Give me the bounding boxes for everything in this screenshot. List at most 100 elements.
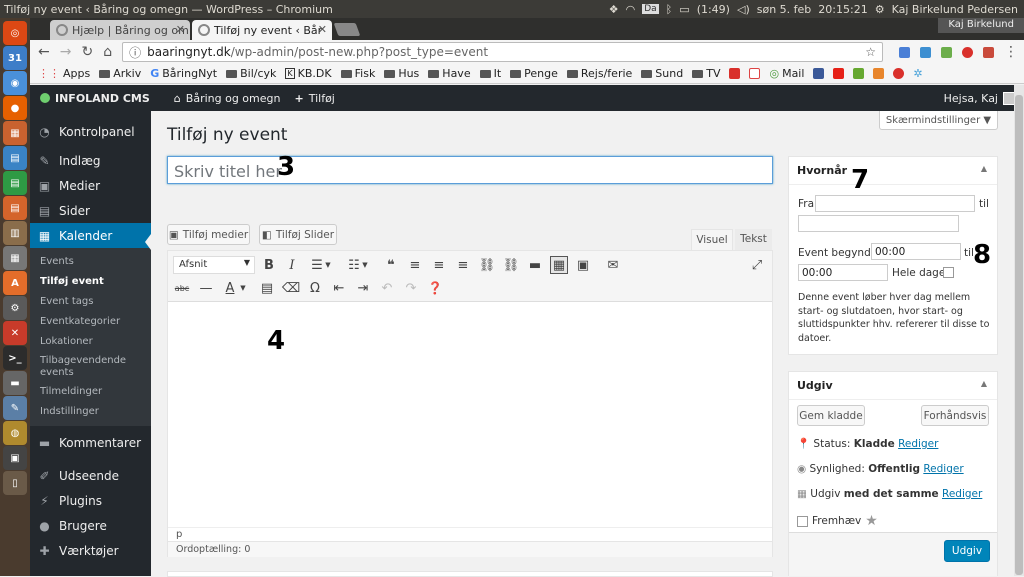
chevron-down-icon[interactable]: ▼ bbox=[238, 279, 248, 297]
calc-spreadsheet-icon[interactable]: ▤ bbox=[3, 171, 27, 195]
app-icon[interactable]: ◍ bbox=[3, 421, 27, 445]
all-day-checkbox[interactable] bbox=[943, 267, 954, 278]
when-box-title[interactable]: Hvornår ▲ bbox=[789, 157, 997, 185]
date[interactable]: søn 5. feb bbox=[757, 3, 812, 16]
end-date-input[interactable] bbox=[798, 215, 959, 232]
submenu-item[interactable]: Events bbox=[30, 252, 151, 272]
edit-schedule-link[interactable]: Rediger bbox=[942, 488, 982, 500]
bookmark-site-icon[interactable]: ✲ bbox=[913, 67, 922, 80]
software-center-icon[interactable]: A bbox=[3, 271, 27, 295]
calculator-icon[interactable]: ▦ bbox=[3, 121, 27, 145]
bookmark-folder[interactable]: Have bbox=[428, 67, 471, 80]
chevron-down-icon[interactable]: ▼ bbox=[360, 256, 370, 274]
paste-text-icon[interactable]: ▤ bbox=[258, 279, 276, 297]
battery-icon[interactable]: ▭ bbox=[679, 3, 689, 16]
menu-item-indlaeg[interactable]: ✎ Indlæg bbox=[30, 148, 151, 173]
terminal-icon[interactable]: >_ bbox=[3, 346, 27, 370]
bookmark-apps[interactable]: ⋮⋮ Apps bbox=[38, 67, 90, 80]
bookmark-site-icon[interactable] bbox=[893, 68, 905, 79]
indent-icon[interactable]: ⇥ bbox=[354, 279, 372, 297]
facebook-icon[interactable] bbox=[813, 68, 825, 79]
scrollbar-thumb[interactable] bbox=[1015, 95, 1023, 575]
dropbox-icon[interactable]: ❖ bbox=[609, 3, 619, 16]
close-tab-icon[interactable]: ✕ bbox=[318, 23, 327, 36]
collapse-arrow-icon[interactable]: ▲ bbox=[981, 164, 987, 173]
outdent-icon[interactable]: ⇤ bbox=[330, 279, 348, 297]
bookmark-folder[interactable]: Sund bbox=[641, 67, 683, 80]
adminbar-new[interactable]: + Tilføj bbox=[287, 92, 341, 105]
menu-item-kalender[interactable]: ▦ Kalender bbox=[30, 223, 151, 248]
horizontal-line-icon[interactable]: — bbox=[197, 279, 215, 297]
bookmark-site-icon[interactable] bbox=[873, 68, 885, 79]
tools-icon[interactable]: ✕ bbox=[3, 321, 27, 345]
gmail-icon[interactable] bbox=[749, 68, 761, 79]
bookmark-site-icon[interactable] bbox=[853, 68, 865, 79]
start-time-input[interactable]: 00:00 bbox=[871, 243, 961, 260]
system-monitor-icon[interactable]: ▣ bbox=[3, 446, 27, 470]
info-icon[interactable]: ⓘ bbox=[129, 44, 141, 61]
text-color-icon[interactable]: A bbox=[221, 279, 239, 297]
menu-item-vaerktoejer[interactable]: ✚ Værktøjer bbox=[30, 538, 151, 563]
submenu-item[interactable]: Tilmeldinger bbox=[30, 382, 151, 402]
address-bar[interactable]: ⓘ baaringnyt.dk/wp-admin/post-new.php?po… bbox=[122, 42, 883, 62]
editor-body[interactable] bbox=[168, 302, 772, 526]
italic-icon[interactable]: I bbox=[283, 256, 301, 274]
menu-item-sider[interactable]: ▤ Sider bbox=[30, 198, 151, 223]
extension-icon[interactable] bbox=[920, 46, 931, 58]
menu-item-kontrolpanel[interactable]: ◔ Kontrolpanel bbox=[30, 119, 151, 144]
volume-icon[interactable]: ◁) bbox=[737, 3, 750, 16]
add-media-button[interactable]: ▣ Tilføj medier bbox=[167, 224, 250, 245]
adminbar-home[interactable]: ⌂ Båring og omegn bbox=[167, 92, 288, 105]
tab-visual[interactable]: Visuel bbox=[691, 229, 733, 250]
bluetooth-icon[interactable]: ᛒ bbox=[666, 3, 673, 16]
close-tab-icon[interactable]: ✕ bbox=[176, 23, 185, 36]
collapse-arrow-icon[interactable]: ▲ bbox=[981, 379, 987, 388]
clock[interactable]: 20:15:21 bbox=[818, 3, 867, 16]
start-date-input[interactable] bbox=[815, 195, 975, 212]
submenu-item[interactable]: Eventkategorier bbox=[30, 312, 151, 332]
extension-icon[interactable] bbox=[941, 46, 952, 58]
submenu-item[interactable]: Lokationer bbox=[30, 332, 151, 352]
page-scrollbar[interactable] bbox=[1014, 85, 1024, 576]
align-center-icon[interactable]: ≡ bbox=[430, 256, 448, 274]
site-logo[interactable]: INFOLAND CMS bbox=[30, 92, 157, 105]
home-icon[interactable]: ⌂ bbox=[103, 44, 112, 60]
submenu-item[interactable]: Indstillinger bbox=[30, 402, 151, 422]
undo-icon[interactable]: ↶ bbox=[378, 279, 396, 297]
impress-icon[interactable]: ▤ bbox=[3, 196, 27, 220]
reload-icon[interactable]: ↻ bbox=[81, 44, 93, 60]
align-left-icon[interactable]: ≡ bbox=[406, 256, 424, 274]
ubuntu-dash-icon[interactable]: ◎ bbox=[3, 21, 27, 45]
publish-box-title[interactable]: Udgiv ▲ bbox=[789, 372, 997, 400]
bookmark-site-icon[interactable] bbox=[729, 68, 741, 79]
browser-tab[interactable]: Hjælp | Båring og om ✕ bbox=[50, 20, 190, 40]
trash-icon[interactable]: ▯ bbox=[3, 471, 27, 495]
bookmark-folder[interactable]: Bil/cyk bbox=[226, 67, 276, 80]
toolbar-toggle-icon[interactable]: ▦ bbox=[550, 256, 568, 274]
menu-item-kommentarer[interactable]: ▬ Kommentarer bbox=[30, 430, 151, 455]
featured-checkbox[interactable] bbox=[797, 515, 808, 527]
spreadsheet-icon[interactable]: ▦ bbox=[3, 246, 27, 270]
bookmark-folder[interactable]: Penge bbox=[510, 67, 558, 80]
bookmark-link[interactable]: K KB.DK bbox=[285, 67, 332, 80]
back-arrow-icon[interactable]: ← bbox=[38, 44, 50, 60]
block-extension-icon[interactable] bbox=[962, 46, 973, 58]
add-slider-button[interactable]: ◧ Tilføj Slider bbox=[259, 224, 337, 245]
align-right-icon[interactable]: ≡ bbox=[454, 256, 472, 274]
editor-icon[interactable]: ✎ bbox=[3, 396, 27, 420]
eraser-icon[interactable]: ⌫ bbox=[282, 279, 300, 297]
firefox-icon[interactable]: ● bbox=[3, 96, 27, 120]
submenu-item[interactable]: Tilbagevendende events bbox=[30, 352, 130, 382]
submenu-item-current[interactable]: Tilføj event bbox=[30, 272, 151, 292]
tab-text[interactable]: Tekst bbox=[735, 229, 772, 250]
redo-icon[interactable]: ↷ bbox=[402, 279, 420, 297]
edit-visibility-link[interactable]: Rediger bbox=[923, 463, 963, 475]
submenu-item[interactable]: Event tags bbox=[30, 292, 151, 312]
format-select[interactable]: Afsnit ▼ bbox=[173, 256, 255, 274]
bookmark-folder[interactable]: Hus bbox=[384, 67, 419, 80]
omega-icon[interactable]: Ω bbox=[306, 279, 324, 297]
youtube-icon[interactable] bbox=[833, 68, 845, 79]
calendar-app-icon[interactable]: 31 bbox=[3, 46, 27, 70]
star-icon[interactable]: ★ bbox=[865, 513, 878, 529]
keyboard-layout-badge[interactable]: Da bbox=[642, 4, 659, 14]
